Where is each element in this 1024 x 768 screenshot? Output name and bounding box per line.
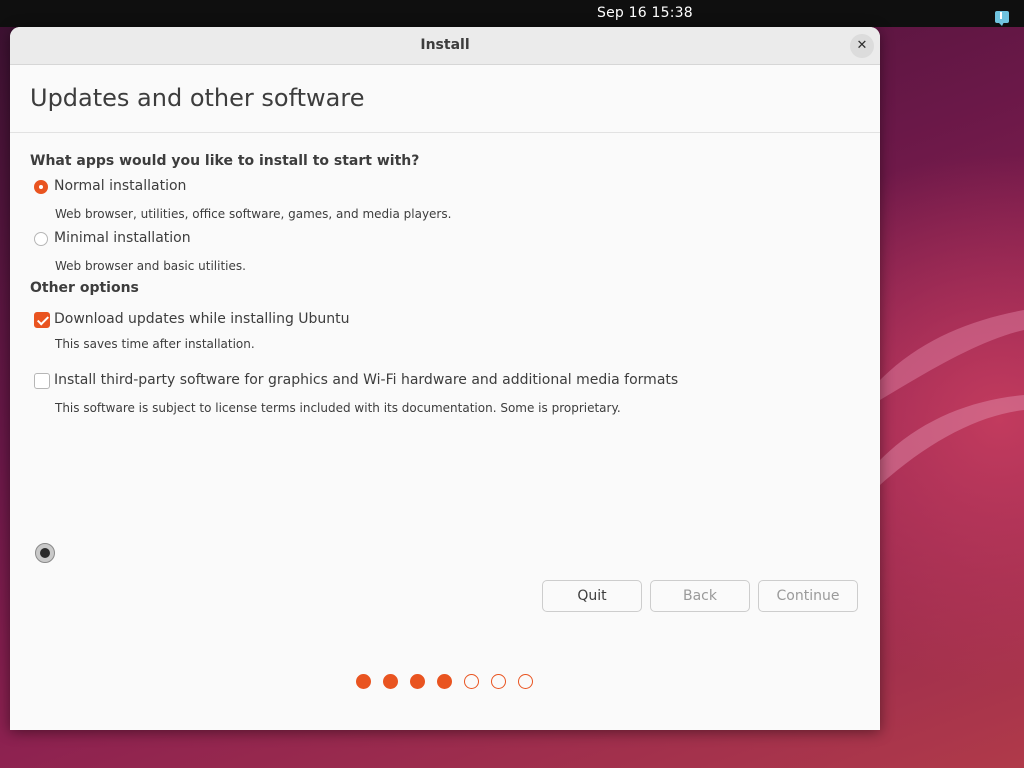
download-updates-description: This saves time after installation. bbox=[55, 337, 255, 351]
notification-icon[interactable] bbox=[995, 11, 1009, 26]
continue-button[interactable]: Continue bbox=[758, 580, 858, 612]
progress-dot bbox=[518, 674, 533, 689]
third-party-software-description: This software is subject to license term… bbox=[55, 401, 621, 415]
progress-dot bbox=[464, 674, 479, 689]
page-header: Updates and other software bbox=[10, 65, 880, 133]
apps-section-heading: What apps would you like to install to s… bbox=[30, 153, 420, 169]
close-icon: ✕ bbox=[856, 38, 868, 53]
close-button[interactable]: ✕ bbox=[850, 34, 874, 58]
minimal-installation-radio[interactable] bbox=[34, 232, 48, 246]
progress-dot bbox=[383, 674, 398, 689]
wallpaper-decoration bbox=[880, 310, 1024, 485]
download-updates-label[interactable]: Download updates while installing Ubuntu bbox=[54, 311, 350, 327]
progress-dot bbox=[491, 674, 506, 689]
minimal-installation-description: Web browser and basic utilities. bbox=[55, 259, 246, 273]
top-bar: Sep 16 15:38 bbox=[0, 0, 1024, 27]
third-party-software-checkbox[interactable] bbox=[34, 373, 50, 389]
other-options-heading: Other options bbox=[30, 280, 139, 296]
window-title: Install bbox=[420, 37, 470, 53]
back-button[interactable]: Back bbox=[650, 580, 750, 612]
ubuntu-logo-icon bbox=[35, 543, 55, 563]
progress-dot bbox=[437, 674, 452, 689]
progress-dot bbox=[410, 674, 425, 689]
quit-button[interactable]: Quit bbox=[542, 580, 642, 612]
title-bar: Install ✕ bbox=[10, 27, 880, 65]
normal-installation-radio[interactable] bbox=[34, 180, 48, 194]
installer-window: Install ✕ Updates and other software Wha… bbox=[10, 27, 880, 730]
normal-installation-label[interactable]: Normal installation bbox=[54, 178, 186, 194]
minimal-installation-label[interactable]: Minimal installation bbox=[54, 230, 191, 246]
third-party-software-label[interactable]: Install third-party software for graphic… bbox=[54, 372, 678, 388]
download-updates-checkbox[interactable] bbox=[34, 312, 50, 328]
page-title: Updates and other software bbox=[30, 84, 365, 112]
progress-dot bbox=[356, 674, 371, 689]
clock[interactable]: Sep 16 15:38 bbox=[597, 5, 693, 21]
normal-installation-description: Web browser, utilities, office software,… bbox=[55, 207, 452, 221]
